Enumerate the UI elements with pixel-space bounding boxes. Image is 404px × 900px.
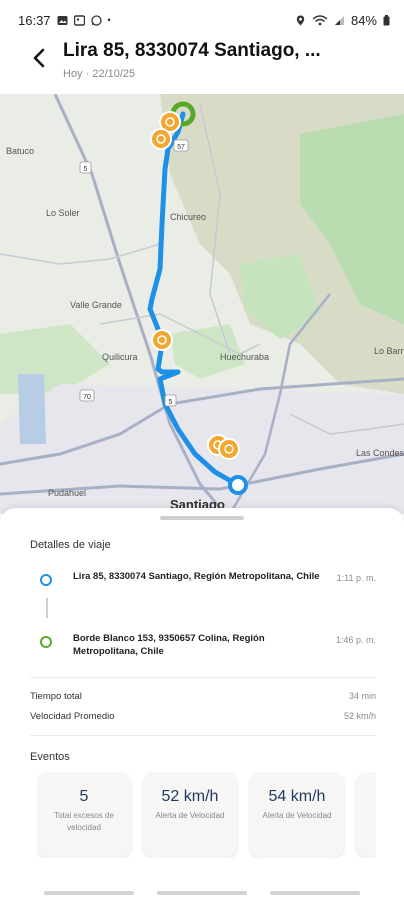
route-shield-label: 57 <box>177 144 185 151</box>
signal-icon <box>334 15 344 25</box>
trip-map[interactable]: 57 5 5 70 Batuco Lo Soler Chicureo Valle… <box>0 94 404 514</box>
battery-icon <box>383 14 390 25</box>
route-shield-label: 5 <box>169 399 173 406</box>
map-label-pudahuel: Pudahuel <box>48 488 87 498</box>
route-connector-line <box>46 598 48 618</box>
map-label-quilicura: Quilicura <box>102 352 138 362</box>
event-card[interactable]: 52 km/h Alerta de Velocidad <box>143 772 237 858</box>
map-green-area <box>0 324 110 394</box>
event-card-label: Alerta de Velocidad <box>155 811 225 820</box>
map-label-chicureo: Chicureo <box>170 212 207 222</box>
event-card[interactable]: 5 <box>356 772 376 858</box>
dot-icon: • <box>107 15 111 25</box>
route-shield: 70 <box>79 389 95 402</box>
whatsapp-icon <box>90 14 102 26</box>
event-card[interactable]: 5 Total excesos de velocidad <box>37 772 131 858</box>
event-card[interactable]: 54 km/h Alerta de Velocidad <box>250 772 344 858</box>
stat-label: Velocidad Promedio <box>30 711 115 722</box>
page-title: Lira 85, 8330074 Santiago, ... <box>63 40 321 61</box>
destination-time: 1:46 p. m. <box>335 635 376 645</box>
route-shield: 57 <box>173 139 189 152</box>
status-bar: 16:37 • 84% <box>0 0 404 40</box>
event-card-label: Total excesos de velocidad <box>54 811 114 832</box>
events-title: Eventos <box>30 751 70 763</box>
location-icon <box>296 15 305 25</box>
divider <box>30 735 376 736</box>
event-card-value: 5 <box>79 788 89 805</box>
stat-value: 34 min <box>348 691 376 701</box>
page-subtitle: Hoy · 22/10/25 <box>63 68 136 80</box>
nav-home-button[interactable] <box>157 891 247 895</box>
route-shield-label: 5 <box>84 166 88 173</box>
events-carousel[interactable]: 5 Total excesos de velocidad 52 km/h Ale… <box>37 772 376 858</box>
event-card-value: 52 km/h <box>161 788 219 805</box>
system-nav-bar <box>0 888 404 900</box>
map-canvas: 57 5 5 70 <box>0 94 404 514</box>
map-label-batuco: Batuco <box>6 146 35 156</box>
route-shield: 5 <box>79 161 92 174</box>
speed-event-marker[interactable] <box>151 329 173 351</box>
event-card-value: 5 <box>356 788 376 806</box>
map-label-valle-grande: Valle Grande <box>70 300 122 310</box>
trip-details-title: Detalles de viaje <box>30 539 111 551</box>
origin-time: 1:11 p. m. <box>336 573 376 583</box>
destination-dot-icon <box>40 636 52 648</box>
app-header: Lira 85, 8330074 Santiago, ... Hoy · 22/… <box>0 40 404 90</box>
gallery-icon <box>57 15 68 25</box>
sheet-drag-handle[interactable] <box>160 516 244 520</box>
map-label-las-condes: Las Condes <box>356 448 404 458</box>
nav-back-button[interactable] <box>270 891 360 895</box>
status-time: 16:37 <box>18 12 51 28</box>
event-card-label: Alerta de Velocidad <box>262 811 332 820</box>
image-icon <box>73 14 85 26</box>
wifi-icon <box>312 14 328 25</box>
stat-average-speed: Velocidad Promedio 52 km/h <box>30 711 376 722</box>
battery-percent: 84% <box>350 12 377 28</box>
stat-total-time: Tiempo total 34 min <box>30 691 376 702</box>
stat-value: 52 km/h <box>343 711 376 721</box>
speed-event-marker[interactable] <box>150 128 172 150</box>
back-arrow-icon[interactable] <box>28 46 52 70</box>
route-shield-label: 70 <box>83 394 91 401</box>
map-label-lo-soler: Lo Soler <box>46 208 80 218</box>
origin-address: Lira 85, 8330074 Santiago, Región Metrop… <box>73 571 320 582</box>
origin-dot-icon <box>40 574 52 586</box>
map-road <box>0 243 161 265</box>
map-lake <box>18 374 46 444</box>
destination-address: Borde Blanco 153, 9350657 Colina, Región… <box>73 633 265 657</box>
end-marker[interactable] <box>228 475 248 495</box>
map-label-huechuraba: Huechuraba <box>220 352 270 362</box>
route-shield: 5 <box>164 394 177 407</box>
event-card-value: 54 km/h <box>268 788 326 805</box>
divider <box>30 677 376 678</box>
nav-recents-button[interactable] <box>44 891 134 895</box>
speed-event-marker[interactable] <box>218 438 240 460</box>
map-label-lo-barnechea: Lo Barnechea <box>374 346 404 356</box>
stat-label: Tiempo total <box>30 691 82 702</box>
